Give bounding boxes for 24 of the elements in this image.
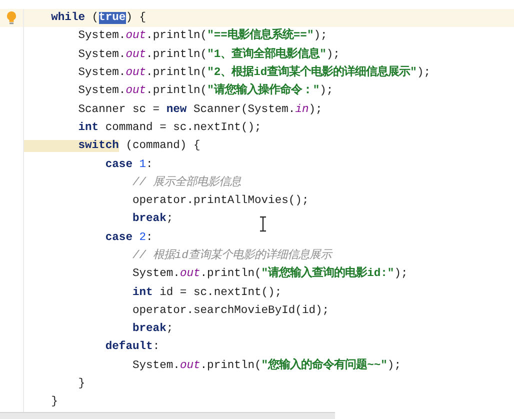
code-line: Scanner sc = new Scanner(System.in); (77, 102, 322, 118)
code-line: int id = sc.nextInt(); (131, 286, 282, 301)
code-line: while (true) { (50, 10, 146, 26)
code-line: default: (104, 340, 160, 356)
lightbulb-icon[interactable] (6, 11, 17, 26)
code-line: break; (131, 322, 174, 338)
text-cursor-icon (259, 216, 267, 232)
code-line: int command = sc.nextInt(); (77, 120, 262, 136)
code-line: System.out.println("请您输入操作命令："); (77, 82, 334, 100)
code-line: System.out.println("==电影信息系统=="); (77, 27, 328, 44)
code-line: } (50, 394, 58, 410)
code-line: break; (131, 212, 174, 228)
code-line: case 1: (104, 158, 153, 173)
code-line: switch (command) { (24, 137, 200, 156)
code-line: // 根据id查询某个电影的详细信息展示 (131, 248, 332, 264)
code-line: case 2: (104, 230, 153, 246)
code-line: // 展示全部电影信息 (131, 174, 241, 191)
code-line: System.out.println("1、查询全部电影信息"); (77, 46, 340, 63)
code-line: operator.printAllMovies(); (131, 194, 309, 210)
code-line: System.out.println("您输入的命令有问题~~"); (131, 357, 401, 374)
code-line: System.out.println("请您输入查询的电影id:"); (131, 265, 408, 282)
code-line: System.out.println("2、根据id查询某个电影的详细信息展示"); (77, 64, 431, 82)
code-line: } (77, 376, 86, 392)
code-line: operator.searchMovieById(id); (131, 304, 330, 319)
